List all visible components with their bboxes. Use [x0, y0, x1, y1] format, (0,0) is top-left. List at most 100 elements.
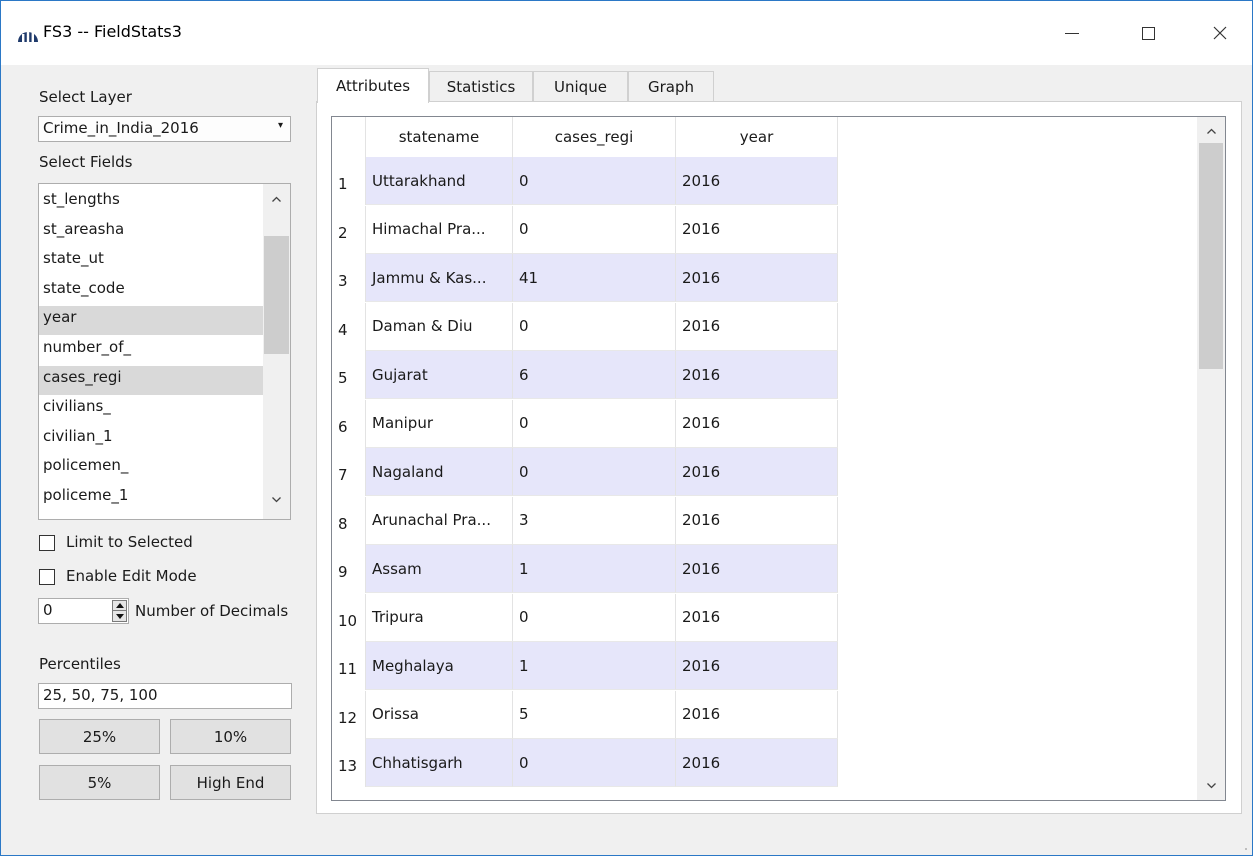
cell-year[interactable]: 2016: [676, 254, 838, 302]
table-row[interactable]: 12 Orissa 5 2016: [332, 690, 838, 739]
scroll-up-icon[interactable]: [271, 194, 282, 205]
column-header-year[interactable]: year: [676, 117, 838, 157]
table-row[interactable]: 13 Chhatisgarh 0 2016: [332, 739, 838, 787]
table-scroll-thumb[interactable]: [1199, 143, 1223, 369]
cell-statename[interactable]: Meghalaya: [366, 642, 513, 690]
cell-statename[interactable]: Tripura: [366, 593, 513, 642]
column-header-statename[interactable]: statename: [366, 117, 513, 157]
table-row[interactable]: 3 Jammu & Kas... 41 2016: [332, 254, 838, 302]
cell-cases-regi[interactable]: 3: [513, 496, 676, 545]
field-item[interactable]: state_ut: [39, 247, 263, 276]
corner-header[interactable]: [332, 117, 366, 157]
cell-cases-regi[interactable]: 0: [513, 593, 676, 642]
cell-cases-regi[interactable]: 0: [513, 739, 676, 787]
field-item[interactable]: policeme_1: [39, 484, 263, 513]
table-row[interactable]: 4 Daman & Diu 0 2016: [332, 302, 838, 351]
percentile-25-button[interactable]: 25%: [39, 719, 160, 754]
cell-year[interactable]: 2016: [676, 545, 838, 593]
table-row[interactable]: 11 Meghalaya 1 2016: [332, 642, 838, 690]
maximize-button[interactable]: [1125, 11, 1171, 55]
field-item[interactable]: st_areasha: [39, 218, 263, 247]
enable-edit-mode-checkbox[interactable]: [39, 569, 55, 585]
table-row[interactable]: 2 Himachal Pra... 0 2016: [332, 205, 838, 254]
fields-list[interactable]: st_lengths st_areasha state_ut state_code ye…: [38, 183, 291, 520]
high-end-button[interactable]: High End: [170, 765, 291, 800]
percentile-10-button[interactable]: 10%: [170, 719, 291, 754]
cell-year[interactable]: 2016: [676, 496, 838, 545]
cell-statename[interactable]: Arunachal Pra...: [366, 496, 513, 545]
cell-cases-regi[interactable]: 0: [513, 399, 676, 448]
cell-cases-regi[interactable]: 1: [513, 545, 676, 593]
row-number[interactable]: 10: [332, 593, 366, 642]
cell-year[interactable]: 2016: [676, 690, 838, 739]
column-header-cases-regi[interactable]: cases_regi: [513, 117, 676, 157]
cell-year[interactable]: 2016: [676, 399, 838, 448]
cell-statename[interactable]: Daman & Diu: [366, 302, 513, 351]
percentile-5-button[interactable]: 5%: [39, 765, 160, 800]
tab-unique[interactable]: Unique: [533, 71, 628, 102]
table-row[interactable]: 5 Gujarat 6 2016: [332, 351, 838, 399]
decimals-spinbox[interactable]: 0: [38, 598, 129, 624]
table-row[interactable]: 10 Tripura 0 2016: [332, 593, 838, 642]
cell-cases-regi[interactable]: 0: [513, 157, 676, 205]
layer-select[interactable]: Crime_in_India_2016 ▾: [38, 116, 291, 142]
field-item[interactable]: cases_regi: [39, 365, 263, 395]
field-item[interactable]: year: [39, 306, 263, 336]
row-number[interactable]: 13: [332, 739, 366, 787]
row-number[interactable]: 5: [332, 351, 366, 399]
table-row[interactable]: 7 Nagaland 0 2016: [332, 448, 838, 496]
cell-statename[interactable]: Manipur: [366, 399, 513, 448]
spin-down-button[interactable]: [113, 611, 126, 621]
table-row[interactable]: 1 Uttarakhand 0 2016: [332, 157, 838, 205]
minimize-button[interactable]: [1049, 11, 1095, 55]
limit-to-selected-checkbox[interactable]: [39, 535, 55, 551]
table-scrollbar[interactable]: [1197, 117, 1225, 800]
field-item[interactable]: state_code: [39, 277, 263, 306]
table-row[interactable]: 9 Assam 1 2016: [332, 545, 838, 593]
cell-statename[interactable]: Uttarakhand: [366, 157, 513, 205]
cell-year[interactable]: 2016: [676, 593, 838, 642]
cell-cases-regi[interactable]: 0: [513, 205, 676, 254]
scroll-down-icon[interactable]: [1206, 780, 1217, 791]
table-row[interactable]: 8 Arunachal Pra... 3 2016: [332, 496, 838, 545]
cell-statename[interactable]: Assam: [366, 545, 513, 593]
cell-year[interactable]: 2016: [676, 642, 838, 690]
cell-cases-regi[interactable]: 0: [513, 302, 676, 351]
fields-scroll-thumb[interactable]: [264, 236, 289, 354]
row-number[interactable]: 9: [332, 545, 366, 593]
tab-attributes[interactable]: Attributes: [317, 68, 429, 103]
cell-cases-regi[interactable]: 41: [513, 254, 676, 302]
fields-scrollbar[interactable]: [263, 184, 290, 519]
row-number[interactable]: 2: [332, 205, 366, 254]
close-button[interactable]: [1197, 11, 1243, 55]
cell-cases-regi[interactable]: 1: [513, 642, 676, 690]
row-number[interactable]: 6: [332, 399, 366, 448]
attributes-table[interactable]: statename cases_regi year 1 Uttarakhand 0 2…: [331, 116, 1226, 801]
percentiles-input[interactable]: 25, 50, 75, 100: [38, 683, 292, 709]
cell-year[interactable]: 2016: [676, 157, 838, 205]
cell-year[interactable]: 2016: [676, 302, 838, 351]
cell-cases-regi[interactable]: 0: [513, 448, 676, 496]
scroll-down-icon[interactable]: [271, 494, 282, 505]
title-bar[interactable]: FS3 -- FieldStats3: [1, 1, 1252, 65]
field-item[interactable]: civilian_1: [39, 425, 263, 454]
table-row[interactable]: 6 Manipur 0 2016: [332, 399, 838, 448]
spin-up-button[interactable]: [113, 601, 126, 611]
cell-statename[interactable]: Himachal Pra...: [366, 205, 513, 254]
row-number[interactable]: 7: [332, 448, 366, 496]
row-number[interactable]: 3: [332, 254, 366, 302]
scroll-up-icon[interactable]: [1206, 126, 1217, 137]
field-item[interactable]: st_lengths: [39, 188, 263, 217]
cell-cases-regi[interactable]: 6: [513, 351, 676, 399]
cell-statename[interactable]: Nagaland: [366, 448, 513, 496]
cell-year[interactable]: 2016: [676, 205, 838, 254]
cell-statename[interactable]: Orissa: [366, 690, 513, 739]
row-number[interactable]: 4: [332, 302, 366, 351]
row-number[interactable]: 8: [332, 496, 366, 545]
cell-year[interactable]: 2016: [676, 739, 838, 787]
cell-statename[interactable]: Gujarat: [366, 351, 513, 399]
cell-year[interactable]: 2016: [676, 448, 838, 496]
field-item[interactable]: policemen_: [39, 454, 263, 483]
cell-year[interactable]: 2016: [676, 351, 838, 399]
tab-graph[interactable]: Graph: [628, 71, 714, 102]
